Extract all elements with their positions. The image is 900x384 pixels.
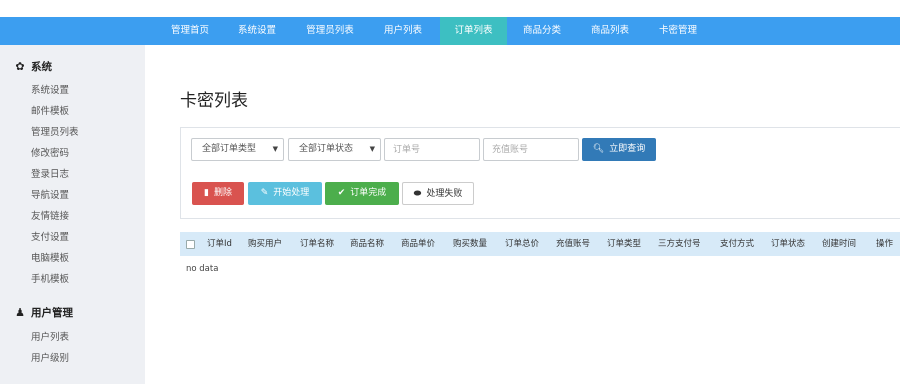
column-header-order-id[interactable]: 订单Id	[207, 232, 232, 256]
column-header-order-status[interactable]: 订单状态	[771, 232, 805, 256]
sidebar-item-user-level[interactable]: 用户级别	[31, 352, 69, 366]
fail-button-label: 处理失败	[426, 189, 463, 199]
chevron-down-icon: ▼	[272, 145, 278, 153]
column-header-total-price[interactable]: 订单总价	[505, 232, 539, 256]
order-status-select[interactable]: 全部订单状态 ▼	[288, 138, 381, 161]
sidebar-item-mail-template[interactable]: 邮件模板	[31, 105, 69, 119]
nav-item-dashboard[interactable]: 管理首页	[160, 17, 220, 45]
column-header-order-type[interactable]: 订单类型	[607, 232, 641, 256]
capsule-icon: ⬬	[413, 189, 422, 199]
search-icon: 🔍︎	[592, 144, 605, 154]
query-button-label: 立即查询	[609, 144, 646, 154]
user-icon: ♟	[15, 306, 25, 319]
sidebar-section-title: 用户管理	[31, 307, 73, 319]
sidebar-item-friend-links[interactable]: 友情链接	[31, 210, 69, 224]
order-type-select[interactable]: 全部订单类型 ▼	[191, 138, 284, 161]
nav-item-category[interactable]: 商品分类	[511, 17, 573, 45]
sidebar-section-users: ♟ 用户管理	[14, 305, 73, 321]
sidebar-item-user-list[interactable]: 用户列表	[31, 331, 69, 345]
sidebar	[0, 45, 145, 384]
column-header-unit-price[interactable]: 商品单价	[401, 232, 435, 256]
column-header-buyer[interactable]: 购买用户	[248, 232, 282, 256]
delete-button[interactable]: ▮ 删除	[192, 182, 244, 205]
nav-item-admin-list[interactable]: 管理员列表	[294, 17, 366, 45]
sidebar-item-admin-list[interactable]: 管理员列表	[31, 126, 79, 140]
sidebar-item-payment-settings[interactable]: 支付设置	[31, 231, 69, 245]
nav-item-system-settings[interactable]: 系统设置	[226, 17, 288, 45]
column-header-account[interactable]: 充值账号	[556, 232, 590, 256]
account-input[interactable]	[483, 138, 579, 161]
chevron-down-icon: ▼	[369, 145, 375, 153]
start-button-label: 开始处理	[273, 188, 310, 198]
trash-icon: ▮	[204, 188, 209, 198]
order-type-value: 全部订单类型	[202, 144, 257, 154]
sidebar-item-pc-template[interactable]: 电脑模板	[31, 252, 69, 266]
page-title: 卡密列表	[180, 91, 248, 111]
sidebar-item-login-log[interactable]: 登录日志	[31, 168, 69, 182]
order-no-input[interactable]	[384, 138, 480, 161]
column-header-third-party-pay-no[interactable]: 三方支付号	[658, 232, 701, 256]
column-header-pay-method[interactable]: 支付方式	[720, 232, 754, 256]
column-header-quantity[interactable]: 购买数量	[453, 232, 487, 256]
window-top-strip	[0, 0, 900, 17]
sidebar-section-title: 系统	[31, 61, 52, 73]
nav-item-card-manage[interactable]: 卡密管理	[647, 17, 709, 45]
gear-icon: ✿	[15, 60, 25, 73]
sidebar-item-mobile-template[interactable]: 手机模板	[31, 273, 69, 287]
column-header-order-name[interactable]: 订单名称	[300, 232, 334, 256]
sidebar-item-nav-settings[interactable]: 导航设置	[31, 189, 69, 203]
sidebar-section-system: ✿ 系统	[14, 59, 52, 75]
start-processing-button[interactable]: ✎ 开始处理	[248, 182, 322, 205]
sidebar-item-change-password[interactable]: 修改密码	[31, 147, 69, 161]
top-navbar: 管理首页 系统设置 管理员列表 用户列表 订单列表 商品分类 商品列表 卡密管理	[0, 17, 900, 45]
delete-button-label: 删除	[213, 188, 232, 198]
empty-table-text: no data	[186, 264, 219, 274]
order-status-value: 全部订单状态	[299, 144, 354, 154]
select-all-checkbox[interactable]	[186, 240, 195, 249]
processing-failed-button[interactable]: ⬬ 处理失败	[402, 182, 474, 205]
done-button-label: 订单完成	[350, 188, 387, 198]
check-icon: ✔	[337, 188, 346, 198]
column-header-goods-name[interactable]: 商品名称	[350, 232, 384, 256]
nav-item-goods-list[interactable]: 商品列表	[579, 17, 641, 45]
order-complete-button[interactable]: ✔ 订单完成	[325, 182, 399, 205]
sidebar-item-system-settings[interactable]: 系统设置	[31, 84, 69, 98]
pencil-icon: ✎	[260, 188, 269, 198]
query-button[interactable]: 🔍︎ 立即查询	[582, 138, 656, 161]
nav-item-order-list[interactable]: 订单列表	[440, 17, 507, 45]
column-header-actions[interactable]: 操作	[876, 232, 893, 256]
nav-item-user-list[interactable]: 用户列表	[372, 17, 434, 45]
column-header-create-time[interactable]: 创建时间	[822, 232, 856, 256]
